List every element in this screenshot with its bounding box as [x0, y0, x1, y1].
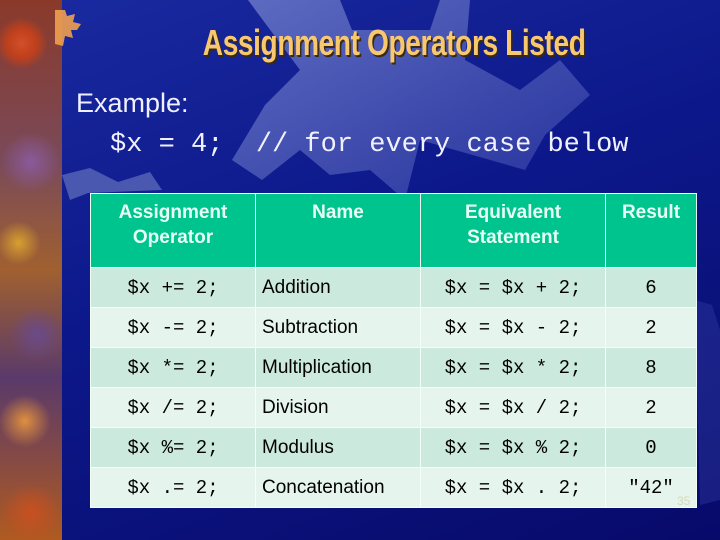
equivalent-cell: $x = $x * 2; [420, 347, 606, 388]
operator-cell: $x /= 2; [90, 387, 256, 428]
name-cell: Concatenation [255, 467, 421, 508]
header-assignment-operator: Assignment Operator [90, 193, 256, 268]
table-row: $x /= 2; Division $x = $x / 2; 2 [90, 387, 697, 428]
table-row: $x += 2; Addition $x = $x + 2; 6 [90, 267, 697, 308]
name-cell: Subtraction [255, 307, 421, 348]
result-cell: 2 [605, 307, 697, 348]
table-row: $x *= 2; Multiplication $x = $x * 2; 8 [90, 347, 697, 388]
result-cell: 2 [605, 387, 697, 428]
operator-cell: $x %= 2; [90, 427, 256, 468]
header-result: Result [605, 193, 697, 268]
equivalent-cell: $x = $x / 2; [420, 387, 606, 428]
equivalent-cell: $x = $x - 2; [420, 307, 606, 348]
header-equivalent-statement: Equivalent Statement [420, 193, 606, 268]
operator-cell: $x .= 2; [90, 467, 256, 508]
operator-cell: $x += 2; [90, 267, 256, 308]
equivalent-cell: $x = $x + 2; [420, 267, 606, 308]
name-cell: Multiplication [255, 347, 421, 388]
table-row: $x %= 2; Modulus $x = $x % 2; 0 [90, 427, 697, 468]
table-row: $x .= 2; Concatenation $x = $x . 2; "42" [90, 467, 697, 508]
table-header-row: Assignment Operator Name Equivalent Stat… [90, 193, 697, 268]
result-cell: 6 [605, 267, 697, 308]
side-gear-icon [55, 10, 81, 46]
name-cell: Modulus [255, 427, 421, 468]
assignment-operators-table: Assignment Operator Name Equivalent Stat… [90, 193, 697, 508]
decorative-side-strip [0, 0, 62, 540]
name-cell: Addition [255, 267, 421, 308]
result-cell: 8 [605, 347, 697, 388]
result-cell: 0 [605, 427, 697, 468]
slide-title: Assignment Operators Listed [202, 22, 586, 63]
table-row: $x -= 2; Subtraction $x = $x - 2; 2 [90, 307, 697, 348]
example-code: $x = 4; // for every case below [110, 130, 629, 160]
example-label: Example: [76, 88, 189, 118]
name-cell: Division [255, 387, 421, 428]
equivalent-cell: $x = $x . 2; [420, 467, 606, 508]
header-name: Name [255, 193, 421, 268]
operator-cell: $x -= 2; [90, 307, 256, 348]
page-number: 35 [677, 494, 691, 508]
equivalent-cell: $x = $x % 2; [420, 427, 606, 468]
operator-cell: $x *= 2; [90, 347, 256, 388]
